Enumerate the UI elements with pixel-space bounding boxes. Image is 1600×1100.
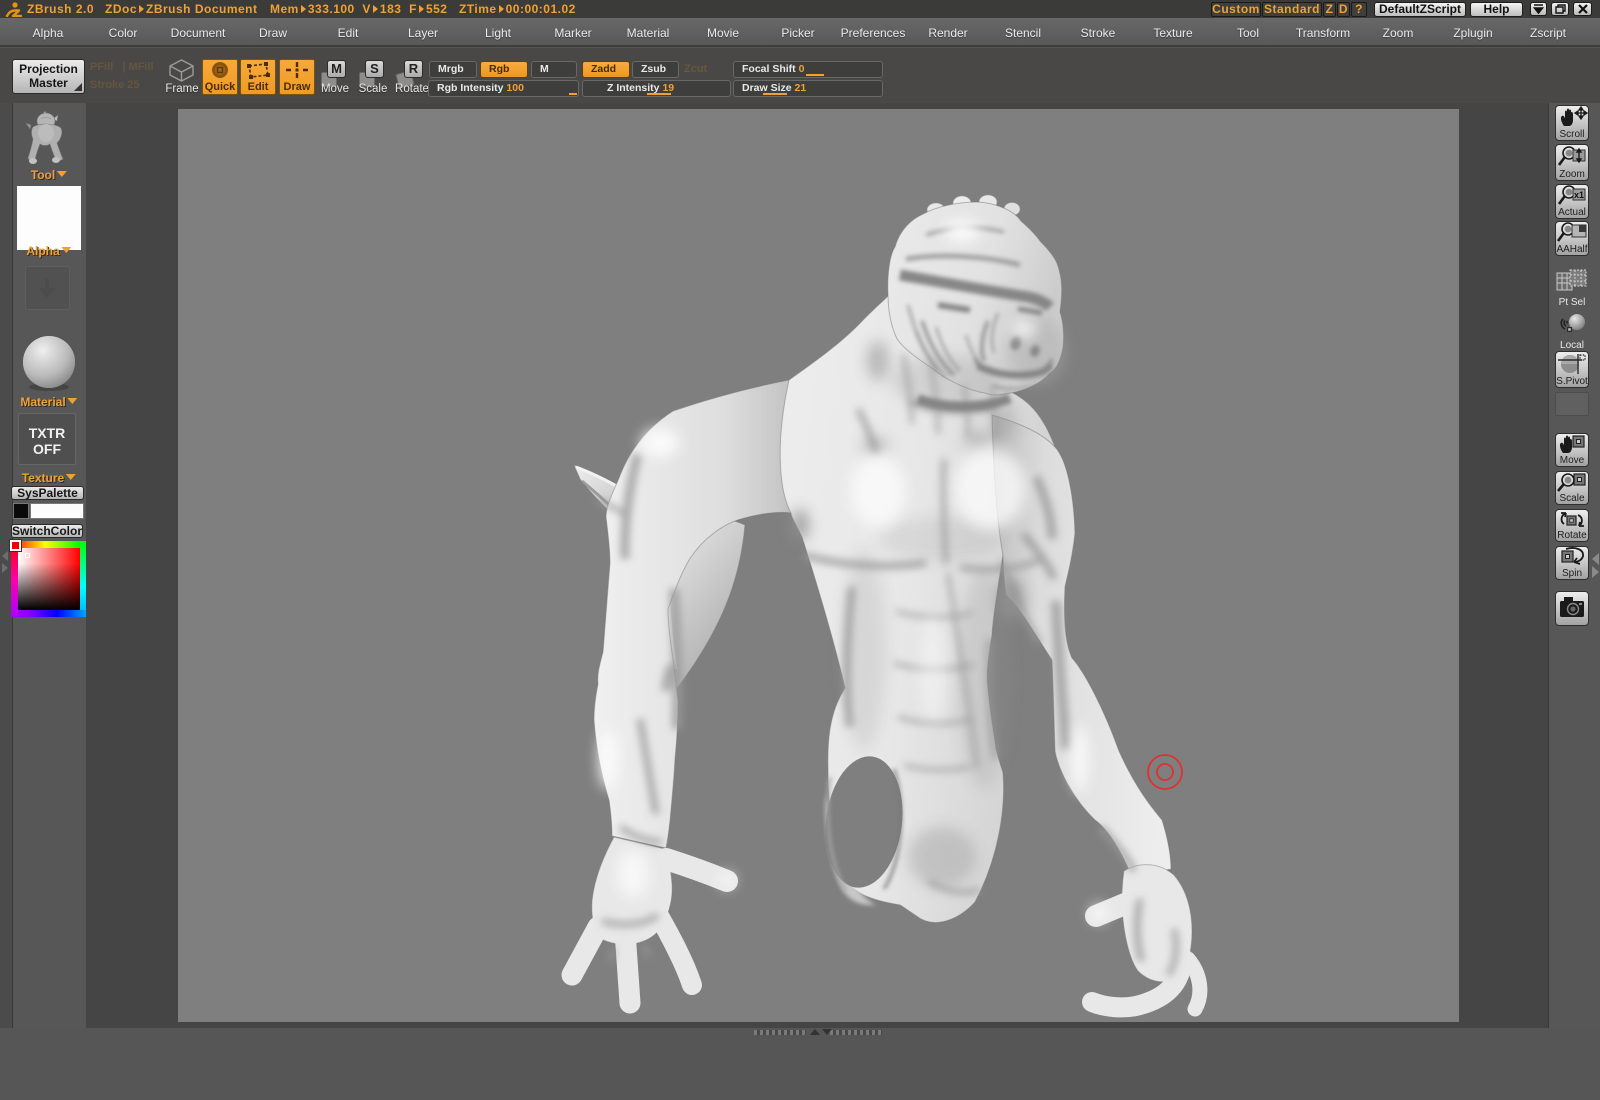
svg-text:x1: x1 <box>1574 190 1584 200</box>
